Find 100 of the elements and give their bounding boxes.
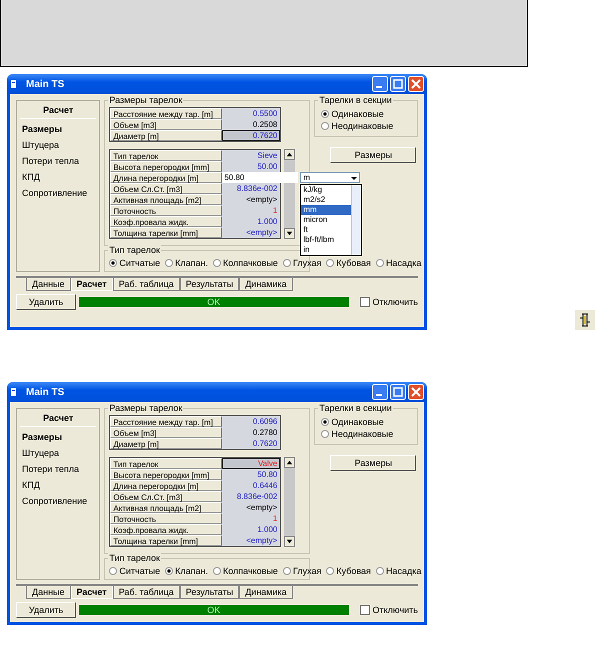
value-cell[interactable]: 0.7620 bbox=[222, 130, 280, 141]
radio-label[interactable]: Клапан. bbox=[175, 566, 208, 576]
tab[interactable]: Раб. таблица bbox=[112, 278, 180, 291]
radio-button[interactable] bbox=[165, 259, 174, 267]
radio-button[interactable] bbox=[326, 259, 334, 267]
radio-button[interactable] bbox=[321, 110, 330, 118]
radio-button[interactable] bbox=[109, 567, 118, 575]
tab[interactable]: Динамика bbox=[239, 586, 293, 599]
unit-option[interactable]: lbf-ft/lbm bbox=[301, 235, 352, 245]
unit-option[interactable]: kJ/kg bbox=[301, 185, 352, 195]
radio-button[interactable] bbox=[282, 567, 291, 575]
row-label: Высота перегородки [mm] bbox=[110, 161, 222, 172]
sidebar-item[interactable]: КПД bbox=[20, 477, 96, 493]
sidebar-item[interactable]: Потери тепла bbox=[20, 153, 96, 169]
row-label: Расстояние между тар. [m] bbox=[110, 108, 222, 119]
checkbox-label[interactable]: Отключить bbox=[372, 605, 418, 615]
sidebar-item[interactable]: Потери тепла bbox=[20, 461, 96, 477]
radio-button[interactable] bbox=[321, 122, 330, 130]
radio-label[interactable]: Кубовая bbox=[336, 566, 371, 576]
radio-label[interactable]: Насадка bbox=[386, 258, 422, 268]
radio-label[interactable]: Клапан. bbox=[175, 258, 208, 268]
table-scrollbar[interactable] bbox=[284, 457, 296, 547]
group-legend: Тип тарелок bbox=[108, 245, 161, 255]
radio-label[interactable]: Кубовая bbox=[336, 258, 371, 268]
delete-button[interactable]: Удалить bbox=[16, 294, 76, 310]
status-bar: OK bbox=[79, 297, 348, 307]
sidebar-item[interactable]: Штуцера bbox=[20, 445, 96, 461]
value-input[interactable]: 50.80 bbox=[222, 172, 298, 183]
radio-button[interactable] bbox=[282, 259, 291, 267]
unit-dropdown[interactable]: m bbox=[300, 172, 360, 183]
checkbox[interactable] bbox=[360, 605, 370, 615]
tab[interactable]: Раб. таблица bbox=[112, 586, 180, 599]
column-icon[interactable] bbox=[575, 310, 595, 330]
radio-label[interactable]: Глухая bbox=[292, 566, 322, 576]
tab[interactable]: Данные bbox=[26, 278, 71, 291]
unit-option[interactable]: m2/s2 bbox=[301, 195, 352, 205]
unit-option[interactable]: micron bbox=[301, 215, 352, 225]
minimize-button[interactable] bbox=[372, 384, 388, 400]
sidebar-item[interactable]: КПД bbox=[20, 169, 96, 185]
row-label: Расстояние между тар. [m] bbox=[110, 416, 222, 427]
scroll-down-icon[interactable] bbox=[284, 536, 296, 547]
radio-label[interactable]: Колпачковые bbox=[222, 258, 278, 268]
minimize-button[interactable] bbox=[372, 76, 388, 92]
sidebar-item[interactable]: Сопротивление bbox=[20, 493, 96, 509]
radio-button[interactable] bbox=[321, 418, 330, 426]
maximize-button[interactable] bbox=[390, 76, 406, 92]
radio-button[interactable] bbox=[165, 567, 174, 575]
unit-option[interactable]: mm bbox=[301, 205, 352, 215]
radio-button[interactable] bbox=[376, 259, 384, 267]
sidebar-heading: Расчет bbox=[20, 103, 96, 119]
radio-button[interactable] bbox=[212, 259, 221, 267]
scroll-down-icon[interactable] bbox=[284, 228, 296, 239]
row-label: Объем [m3] bbox=[110, 427, 222, 438]
row-label: Коэф.провала жидк. bbox=[110, 216, 222, 227]
row-label: Объем Сл.Ст. [m3] bbox=[110, 183, 222, 194]
group-legend: Тарелки в секции bbox=[318, 95, 393, 105]
radio-button[interactable] bbox=[212, 567, 221, 575]
tab[interactable]: Результаты bbox=[180, 586, 240, 599]
row-label: Высота перегородки [mm] bbox=[110, 469, 222, 480]
tab[interactable]: Результаты bbox=[180, 278, 240, 291]
sizes-button[interactable]: Размеры bbox=[330, 147, 416, 163]
delete-button[interactable]: Удалить bbox=[16, 602, 76, 618]
close-button[interactable] bbox=[408, 384, 424, 400]
unit-option[interactable]: in bbox=[301, 245, 352, 255]
row-label: Активная площадь [m2] bbox=[110, 502, 222, 513]
radio-button[interactable] bbox=[321, 430, 330, 438]
radio-label[interactable]: Одинаковые bbox=[331, 417, 384, 427]
radio-label[interactable]: Насадка bbox=[386, 566, 422, 576]
sidebar-item[interactable]: Размеры bbox=[20, 429, 96, 445]
row-label: Объем [m3] bbox=[110, 119, 222, 130]
scroll-up-icon[interactable] bbox=[284, 457, 296, 468]
radio-label[interactable]: Неодинаковые bbox=[331, 429, 394, 439]
close-button[interactable] bbox=[408, 76, 424, 92]
sidebar-item[interactable]: Сопротивление bbox=[20, 185, 96, 201]
checkbox[interactable] bbox=[360, 297, 370, 307]
unit-option[interactable]: ft bbox=[301, 225, 352, 235]
sidebar-item[interactable]: Размеры bbox=[20, 121, 96, 137]
radio-button[interactable] bbox=[326, 567, 334, 575]
radio-label[interactable]: Одинаковые bbox=[331, 109, 384, 119]
radio-label[interactable]: Глухая bbox=[292, 258, 322, 268]
checkbox-label[interactable]: Отключить bbox=[372, 297, 418, 307]
radio-label[interactable]: Колпачковые bbox=[222, 566, 278, 576]
radio-label[interactable]: Ситчатые bbox=[119, 258, 160, 268]
radio-button[interactable] bbox=[376, 567, 384, 575]
radio-label[interactable]: Ситчатые bbox=[119, 566, 160, 576]
row-label: Поточность bbox=[110, 513, 222, 524]
status-bar: OK bbox=[79, 605, 348, 615]
row-label: Поточность bbox=[110, 205, 222, 216]
scroll-up-icon[interactable] bbox=[284, 149, 296, 160]
tab[interactable]: Расчет bbox=[70, 278, 113, 291]
radio-button[interactable] bbox=[109, 259, 118, 267]
tab[interactable]: Данные bbox=[26, 586, 71, 599]
maximize-button[interactable] bbox=[390, 384, 406, 400]
list-scrollbar[interactable] bbox=[351, 185, 362, 255]
radio-label[interactable]: Неодинаковые bbox=[331, 121, 394, 131]
tab[interactable]: Динамика bbox=[239, 278, 293, 291]
sizes-button[interactable]: Размеры bbox=[330, 455, 416, 471]
group-legend: Тарелки в секции bbox=[318, 403, 393, 413]
sidebar-item[interactable]: Штуцера bbox=[20, 137, 96, 153]
tab[interactable]: Расчет bbox=[70, 586, 113, 599]
